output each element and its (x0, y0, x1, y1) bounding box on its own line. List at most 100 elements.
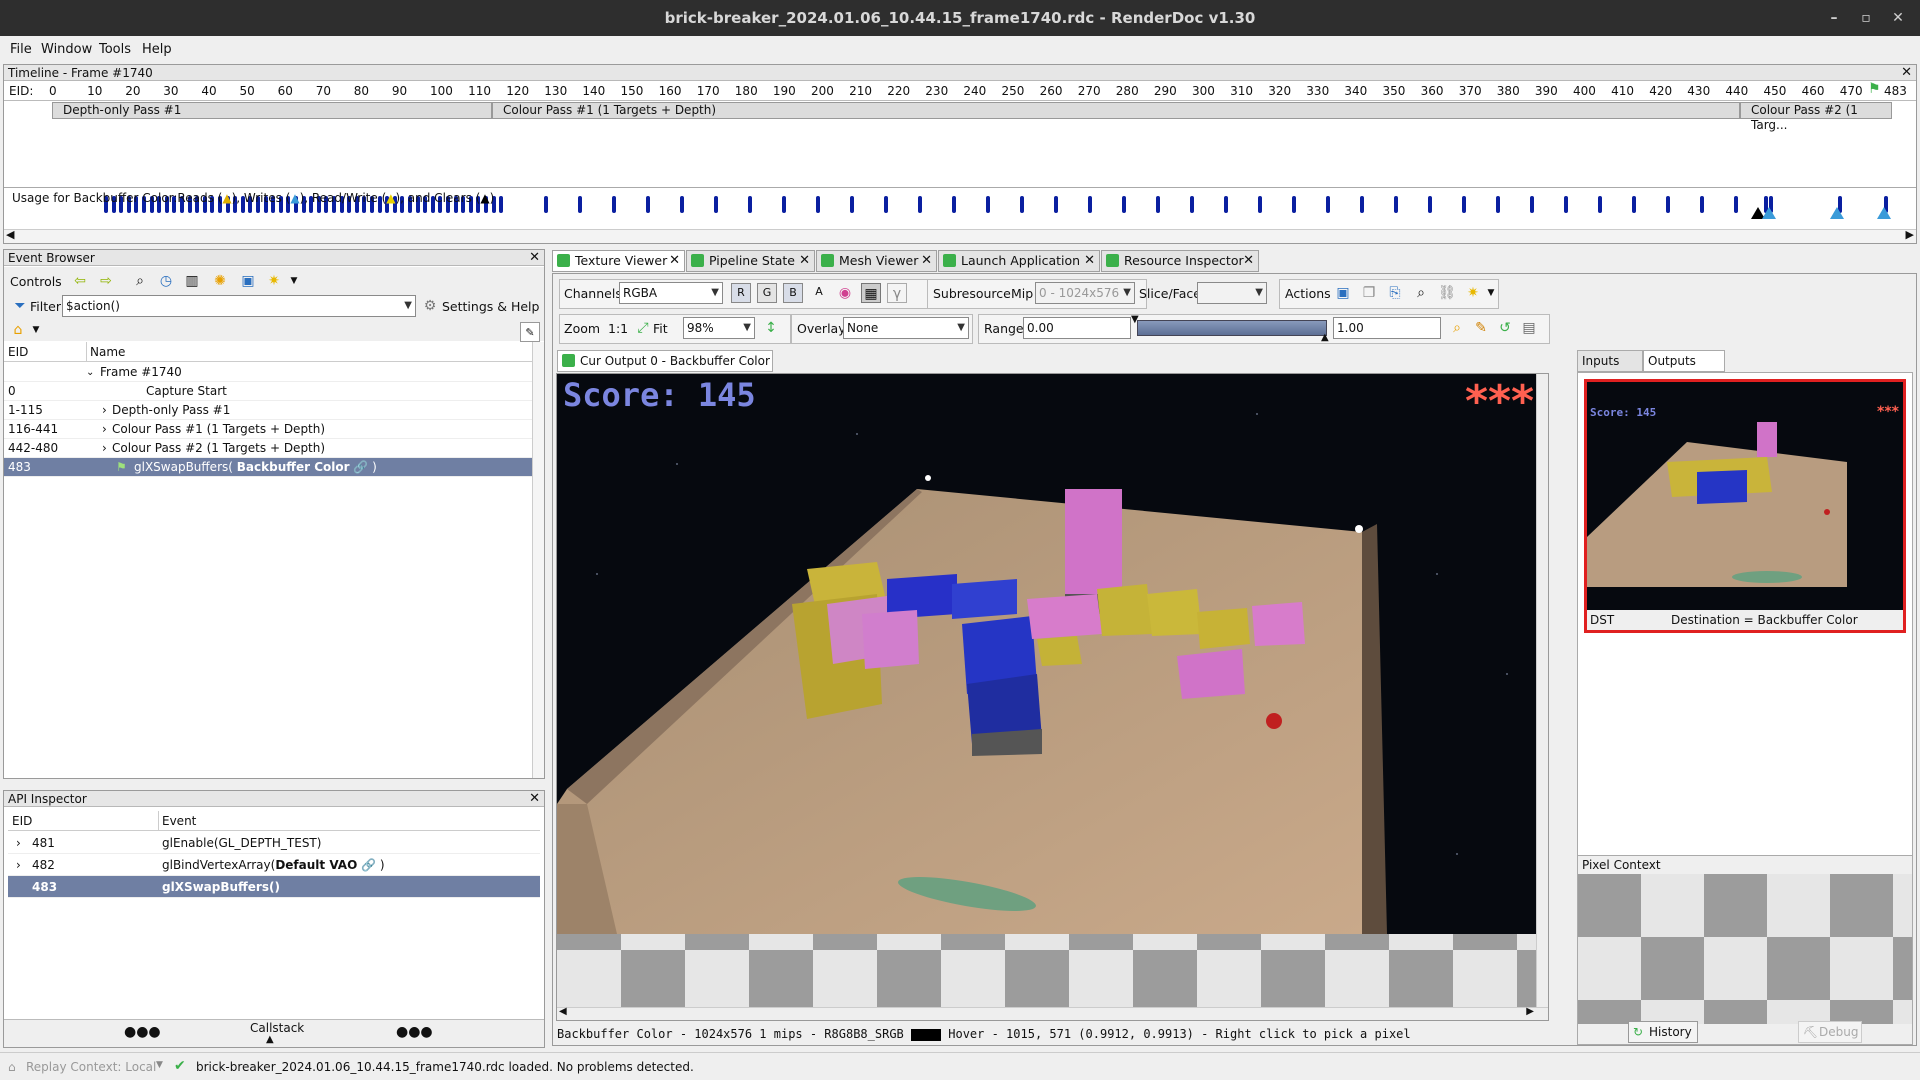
close-icon[interactable]: ✕ (1886, 6, 1910, 30)
fit-icon[interactable]: ⤢ (633, 318, 653, 338)
open-icon[interactable]: ⎘ (1385, 283, 1405, 303)
timeline-event-marker[interactable] (714, 196, 718, 213)
timeline-scrollbar[interactable]: ◀ ▶ (4, 228, 1916, 243)
timeline-event-marker[interactable] (782, 196, 786, 213)
timeline-pass-colour-1[interactable]: Colour Pass #1 (1 Targets + Depth) (492, 102, 1740, 119)
channels-select[interactable]: RGBA ▼ (619, 282, 723, 304)
scroll-left-icon[interactable]: ◀ (6, 228, 14, 241)
timing-icon[interactable]: ▥ (182, 271, 202, 291)
close-icon[interactable]: ✕ (921, 251, 932, 271)
tab-mesh-viewer[interactable]: Mesh Viewer ✕ (816, 250, 937, 272)
reset-range-icon[interactable]: ↺ (1495, 318, 1515, 338)
timeline-event-marker[interactable] (1462, 196, 1466, 213)
checkerboard-icon[interactable]: ▦ (861, 283, 881, 303)
timeline-event-marker[interactable] (499, 196, 504, 213)
chevron-down-icon[interactable]: ▼ (156, 1060, 163, 1070)
timeline-event-marker[interactable] (578, 196, 582, 213)
export-icon[interactable]: ▣ (238, 271, 258, 291)
highlight-icon[interactable]: ✷ (264, 271, 284, 291)
find-icon[interactable]: ⌕ (1411, 283, 1431, 303)
timeline-event-marker[interactable] (1258, 196, 1262, 213)
channel-r-toggle[interactable]: R (731, 283, 751, 303)
zoom-1to1-button[interactable]: 1:1 (608, 321, 628, 336)
timeline-event-marker[interactable] (1666, 196, 1670, 213)
chevron-right-icon[interactable]: › (16, 832, 21, 854)
output-thumbnail[interactable]: Score: 145 *** DST Destination = Backbuf… (1584, 379, 1906, 633)
channel-g-toggle[interactable]: G (757, 283, 777, 303)
copy-icon[interactable]: ❐ (1359, 283, 1379, 303)
range-max-handle-icon[interactable]: ▲ (1321, 332, 1329, 343)
pixel-context-view[interactable] (1578, 874, 1912, 1024)
timeline-event-marker[interactable] (748, 196, 752, 213)
chevron-right-icon[interactable]: › (102, 401, 107, 420)
timeline-event-marker[interactable] (884, 196, 888, 213)
menu-tools[interactable]: Tools (99, 42, 131, 57)
menu-help[interactable]: Help (142, 42, 172, 57)
find-icon[interactable]: ⌕ (130, 271, 150, 291)
tab-texture-viewer[interactable]: Texture Viewer ✕ (552, 250, 685, 272)
debug-button[interactable]: ⛏ Debug (1798, 1021, 1862, 1043)
color-wheel-icon[interactable]: ◉ (835, 283, 855, 303)
link-icon[interactable]: 🔗 (353, 460, 368, 474)
api-row-selected[interactable]: 483 glXSwapBuffers() (8, 876, 540, 898)
link-icon[interactable]: ⛓ (1437, 283, 1457, 303)
texture-canvas[interactable]: Score: 145 *** ◀ ▶ (556, 373, 1549, 1021)
timeline-event-marker[interactable] (918, 196, 922, 213)
texture-hscroll[interactable]: ◀ ▶ (557, 1006, 1548, 1020)
api-row[interactable]: › 482 glBindVertexArray(Default VAO 🔗 ) (8, 854, 540, 876)
next-action-icon[interactable]: ⇨ (96, 271, 116, 291)
timeline-event-marker[interactable] (1530, 196, 1534, 213)
timeline-event-marker[interactable] (1428, 196, 1432, 213)
timeline-event-marker[interactable] (1700, 196, 1704, 213)
close-icon[interactable]: ✕ (1243, 251, 1254, 271)
event-row[interactable]: 0 Capture Start (4, 382, 532, 401)
chevron-right-icon[interactable]: › (16, 854, 21, 876)
chevron-right-icon[interactable]: › (102, 439, 107, 458)
minimize-icon[interactable]: – (1822, 6, 1846, 30)
tab-pipeline-state[interactable]: Pipeline State ✕ (686, 250, 815, 272)
timeline-event-marker[interactable] (1122, 196, 1126, 213)
tab-resource-inspector[interactable]: Resource Inspector ✕ (1101, 250, 1259, 272)
timeline-event-marker[interactable] (1054, 196, 1058, 213)
auto-fit-icon[interactable]: ✎ (1471, 318, 1491, 338)
event-row[interactable]: 116-441 › Colour Pass #1 (1 Targets + Dept… (4, 420, 532, 439)
event-row[interactable]: ⌄ Frame #1740 (4, 363, 532, 382)
zoom-range-icon[interactable]: ⌕ (1447, 318, 1467, 338)
menu-file[interactable]: File (10, 42, 32, 57)
menu-window[interactable]: Window (41, 42, 92, 57)
filter-input[interactable]: $action() ▼ (62, 295, 416, 317)
overlay-select[interactable]: None ▼ (843, 317, 969, 339)
timeline-event-marker[interactable] (1190, 196, 1194, 213)
chevron-down-icon[interactable]: ⌄ (86, 363, 94, 382)
timeline-event-marker[interactable] (1496, 196, 1500, 213)
flip-vertical-icon[interactable]: ↕ (761, 318, 781, 338)
timeline-close-icon[interactable]: ✕ (1901, 65, 1912, 81)
dropdown-icon[interactable]: ▼ (1481, 283, 1501, 303)
timeline-event-marker[interactable] (1020, 196, 1024, 213)
timeline-event-marker[interactable] (1224, 196, 1228, 213)
timeline-event-marker[interactable] (1088, 196, 1092, 213)
timeline-event-marker[interactable] (986, 196, 990, 213)
range-max-input[interactable]: 1.00 (1333, 317, 1441, 339)
tab-cur-output[interactable]: Cur Output 0 - Backbuffer Color (557, 350, 773, 372)
scroll-right-icon[interactable]: ▶ (1526, 1006, 1534, 1017)
channel-a-toggle[interactable]: A (809, 283, 829, 303)
gamma-icon[interactable]: γ (887, 283, 907, 303)
gear-icon[interactable]: ⚙ (420, 296, 440, 316)
home-icon[interactable]: ⌂ (8, 320, 28, 340)
timeline-event-marker[interactable] (816, 196, 820, 213)
range-min-handle-icon[interactable]: ▼ (1131, 314, 1139, 325)
timeline-event-marker[interactable] (1598, 196, 1602, 213)
save-icon[interactable]: ▣ (1333, 283, 1353, 303)
timeline-event-marker[interactable] (1292, 196, 1296, 213)
replay-context-icon[interactable]: ⌂ (8, 1060, 16, 1074)
scroll-left-icon[interactable]: ◀ (559, 1006, 567, 1017)
texture-vscroll[interactable] (1536, 374, 1548, 1009)
bookmark-icon[interactable]: ✺ (210, 271, 230, 291)
event-row-selected[interactable]: 483 ⚑ glXSwapBuffers( Backbuffer Color 🔗 ) (4, 458, 532, 477)
splitter-dots-icon[interactable]: ●●● (124, 1024, 161, 1040)
mip-select[interactable]: 0 - 1024x576 ▼ (1035, 282, 1135, 304)
timeline-event-marker[interactable] (612, 196, 616, 213)
timeline-event-marker[interactable] (850, 196, 854, 213)
prev-action-icon[interactable]: ⇦ (70, 271, 90, 291)
